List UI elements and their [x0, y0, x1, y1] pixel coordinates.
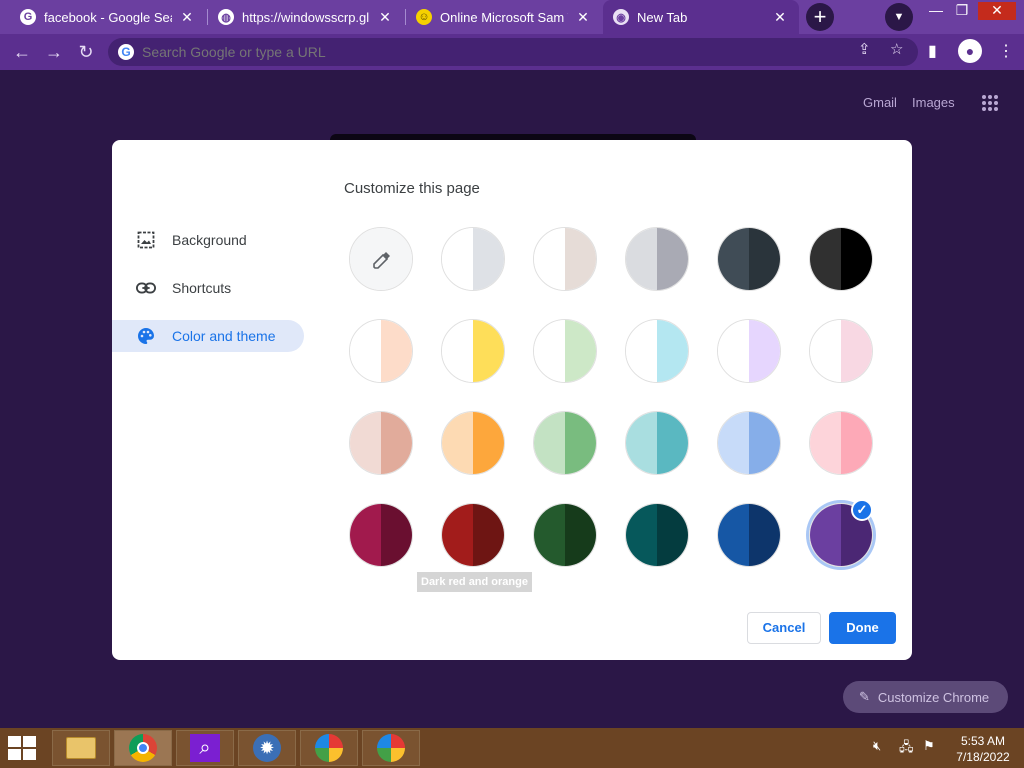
color-swatch-black[interactable]: [809, 227, 873, 291]
minimize-button[interactable]: —: [922, 2, 950, 20]
sidebar-item-shortcuts[interactable]: Shortcuts: [112, 272, 304, 304]
sidebar-item-label: Color and theme: [172, 328, 276, 344]
volume-muted-icon[interactable]: 🔇︎: [873, 738, 881, 754]
share-icon[interactable]: ⇪: [858, 40, 871, 58]
side-panel-icon[interactable]: ▮: [928, 41, 937, 61]
colorful-app-icon: [377, 734, 405, 762]
color-swatch-dark-red-orange[interactable]: [441, 503, 505, 567]
clock-date: 7/18/2022: [956, 750, 1010, 764]
bookmark-star-icon[interactable]: ☆: [890, 40, 903, 58]
color-swatch-custom-color-picker[interactable]: [349, 227, 413, 291]
color-swatch-default-light[interactable]: [441, 227, 505, 291]
windows-start-icon[interactable]: [8, 736, 38, 760]
tab-facebook-search[interactable]: G facebook - Google Search ✕: [10, 0, 206, 34]
color-swatch-light-teal[interactable]: [625, 319, 689, 383]
restore-button[interactable]: ❐: [948, 2, 976, 20]
reload-button[interactable]: ↻: [74, 40, 98, 64]
gmail-link[interactable]: Gmail: [863, 95, 897, 110]
color-swatch-light-blue[interactable]: [717, 411, 781, 475]
tab-title: Online Microsoft Sam TTS: [440, 9, 568, 25]
color-swatch-pink[interactable]: [809, 319, 873, 383]
globe-icon: ◍: [218, 9, 234, 25]
eyedropper-icon: [372, 250, 392, 270]
windows-taskbar: ⌕ ✹ 🔇︎ 🖧︎ ⚑ 5:53 AM 7/18/2022: [0, 728, 1024, 768]
tab-microsoft-sam[interactable]: ☺ Online Microsoft Sam TTS ✕: [406, 0, 602, 34]
color-swatch-yellow[interactable]: [441, 319, 505, 383]
palette-icon: [136, 326, 156, 346]
clock-time: 5:53 AM: [960, 734, 1006, 748]
taskbar-chrome[interactable]: [114, 730, 172, 766]
sidebar-item-label: Background: [172, 232, 247, 248]
color-swatch-green-light[interactable]: [533, 319, 597, 383]
action-center-flag-icon[interactable]: ⚑: [923, 738, 935, 754]
tab-new-tab[interactable]: ◉ New Tab ✕: [603, 0, 799, 34]
folder-icon: [66, 737, 96, 759]
pencil-icon: ✎: [859, 689, 870, 704]
taskbar-search-app[interactable]: ⌕: [176, 730, 234, 766]
color-swatch-light-purple[interactable]: [717, 319, 781, 383]
taskbar-bug-app[interactable]: ✹: [238, 730, 296, 766]
tab-title: facebook - Google Search: [44, 9, 172, 25]
network-icon[interactable]: 🖧︎: [899, 738, 914, 760]
color-swatch-orange[interactable]: [441, 411, 505, 475]
link-icon: [136, 278, 156, 298]
omnibox-input[interactable]: [142, 44, 742, 60]
google-icon: G: [118, 44, 134, 60]
menu-dots-icon[interactable]: ⋮: [998, 41, 1014, 61]
customize-chrome-label: Customize Chrome: [877, 689, 990, 705]
taskbar-app-2[interactable]: [362, 730, 420, 766]
image-icon: [136, 230, 156, 250]
address-bar[interactable]: G: [108, 38, 918, 66]
color-swatch-beige[interactable]: [349, 319, 413, 383]
sidebar-item-color-and-theme[interactable]: Color and theme: [112, 320, 304, 352]
color-swatch-beige-dark[interactable]: [349, 411, 413, 475]
color-swatch-light-teal-2[interactable]: [625, 411, 689, 475]
tab-title: https://windowsscrp.glitch: [242, 9, 370, 25]
dialog-title: Customize this page: [344, 180, 480, 197]
forward-button[interactable]: →: [42, 40, 66, 64]
color-swatch-dark-green[interactable]: [533, 503, 597, 567]
cancel-button[interactable]: Cancel: [747, 612, 821, 644]
tab-title: New Tab: [637, 9, 688, 25]
apps-grid-icon[interactable]: [982, 95, 998, 111]
browser-toolbar: ← → ↻ G ⇪ ☆ ▮ ● ⋮: [0, 34, 1024, 70]
close-icon[interactable]: ✕: [178, 9, 196, 26]
tab-strip: G facebook - Google Search ✕ ◍ https://w…: [0, 0, 1024, 34]
magnifier-icon: ⌕: [190, 734, 220, 762]
chrome-icon: [129, 734, 157, 762]
new-tab-button[interactable]: +: [806, 3, 834, 31]
bug-icon: ✹: [253, 734, 281, 762]
smiley-icon: ☺: [416, 9, 432, 25]
color-swatch-dark-slate[interactable]: [717, 227, 781, 291]
tab-windowsscrp[interactable]: ◍ https://windowsscrp.glitch ✕: [208, 0, 404, 34]
back-button[interactable]: ←: [10, 40, 34, 64]
sidebar-item-label: Shortcuts: [172, 280, 232, 296]
sidebar-item-background[interactable]: Background: [112, 224, 304, 256]
taskbar-app-1[interactable]: [300, 730, 358, 766]
color-swatch-light-green[interactable]: [533, 411, 597, 475]
taskbar-file-explorer[interactable]: [52, 730, 110, 766]
done-button[interactable]: Done: [829, 612, 896, 644]
google-icon: G: [20, 9, 36, 25]
close-icon[interactable]: ✕: [574, 9, 592, 26]
selected-check-icon: ✓: [851, 499, 873, 521]
color-swatch-cool-grey[interactable]: [625, 227, 689, 291]
window-close-button[interactable]: ✕: [978, 2, 1016, 20]
chrome-icon: ◉: [613, 9, 629, 25]
customize-dialog: Background Shortcuts Color and theme Cus…: [112, 140, 912, 660]
images-link[interactable]: Images: [912, 95, 955, 110]
taskbar-clock[interactable]: 5:53 AM 7/18/2022: [948, 733, 1018, 765]
swatch-tooltip: Dark red and orange: [417, 572, 532, 592]
color-swatch-dark-teal[interactable]: [625, 503, 689, 567]
color-swatch-warm-grey[interactable]: [533, 227, 597, 291]
tab-search-button[interactable]: ▼: [885, 3, 913, 31]
close-icon[interactable]: ✕: [376, 9, 394, 26]
colorful-app-icon: [315, 734, 343, 762]
customize-chrome-button[interactable]: ✎ Customize Chrome: [843, 681, 1008, 713]
profile-avatar[interactable]: ●: [958, 39, 982, 63]
color-swatch-dark-blue[interactable]: [717, 503, 781, 567]
color-swatch-light-pink[interactable]: [809, 411, 873, 475]
close-icon[interactable]: ✕: [771, 9, 789, 26]
color-swatch-dark-pink-red[interactable]: [349, 503, 413, 567]
